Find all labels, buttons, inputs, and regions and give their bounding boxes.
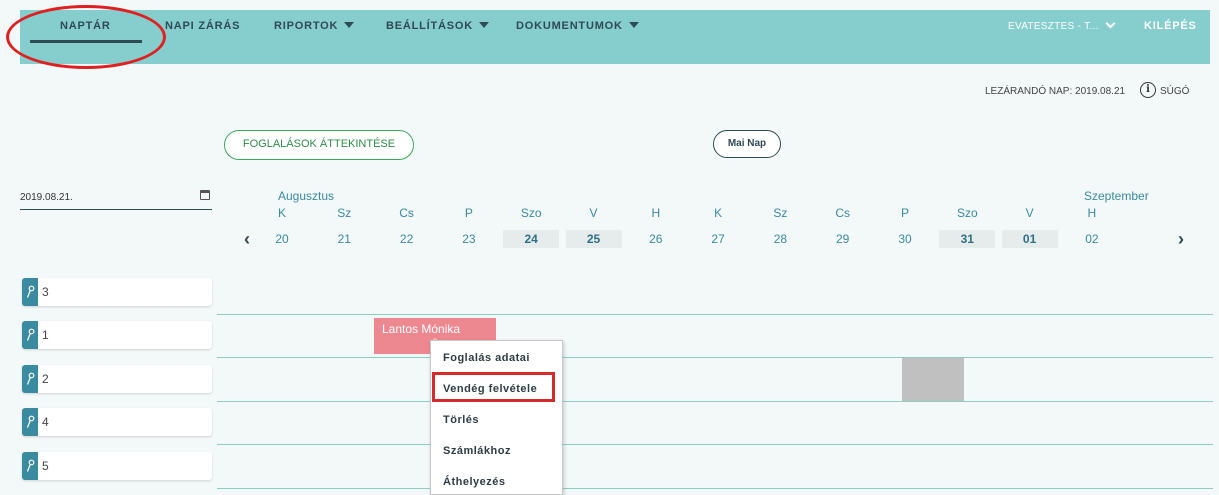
room-item[interactable]: 2 [22, 365, 212, 393]
calendar-day[interactable]: 20 [254, 230, 310, 248]
nav-item-label: RIPORTOK [274, 20, 339, 32]
room-number: 4 [42, 415, 49, 429]
booking-guest-name: Lantos Mónika [382, 322, 461, 336]
calendar-day[interactable]: 24 [503, 230, 560, 248]
calendar-day[interactable]: 30 [877, 230, 933, 248]
day-of-week-label: V [1025, 206, 1034, 220]
room-key-tag [22, 452, 38, 480]
info-icon[interactable]: i [1140, 82, 1156, 98]
caret-down-icon [344, 22, 355, 28]
nav-item-label: BEÁLLÍTÁSOK [386, 20, 474, 32]
row-divider [217, 357, 1213, 358]
day-of-week-label: Sz [337, 206, 352, 220]
room-key-tag [22, 408, 38, 436]
top-nav-bar: NAPTÁR NAPI ZÁRÁS RIPORTOK BEÁLLÍTÁSOK D… [20, 10, 1210, 64]
nav-item-label: DOKUMENTUMOK [516, 20, 623, 32]
calendar-day[interactable]: 28 [752, 230, 808, 248]
room-number: 2 [42, 372, 49, 386]
key-icon [26, 372, 35, 385]
room-item[interactable]: 3 [22, 278, 212, 306]
day-of-week-label: V [589, 206, 598, 220]
key-icon [26, 415, 35, 428]
room-number: 3 [42, 285, 49, 299]
row-divider [217, 401, 1213, 402]
menu-item-move[interactable]: Áthelyezés [443, 476, 505, 488]
day-of-week-label: P [464, 206, 473, 220]
room-key-tag [22, 321, 38, 349]
date-input[interactable]: 2019.08.21. [20, 188, 212, 210]
calendar-icon[interactable] [200, 190, 210, 200]
menu-item-add-guest[interactable]: Vendég felvétele [443, 383, 537, 395]
calendar-day[interactable]: 21 [316, 230, 372, 248]
row-divider [217, 488, 1213, 489]
day-of-week-label: Szo [956, 206, 978, 220]
day-of-week-label: Szo [520, 206, 542, 220]
nav-item-label: NAPTÁR [60, 20, 111, 32]
day-of-week-label: Cs [399, 206, 414, 220]
blocked-cell[interactable] [902, 358, 964, 401]
calendar-day[interactable]: 01 [1001, 230, 1058, 248]
calendar-day[interactable]: 22 [379, 230, 435, 248]
row-divider [217, 314, 1213, 315]
day-of-week-label: H [651, 206, 661, 220]
calendar-day[interactable]: 02 [1064, 230, 1120, 248]
room-key-tag [22, 278, 38, 306]
room-item[interactable]: 4 [22, 408, 212, 436]
today-button[interactable]: Mai Nap [713, 130, 781, 158]
calendar-day[interactable]: 26 [628, 230, 684, 248]
calendar-day[interactable]: 27 [690, 230, 746, 248]
day-of-week-label: Cs [835, 206, 851, 220]
day-of-week-label: H [1087, 206, 1097, 220]
room-key-tag [22, 365, 38, 393]
key-icon [26, 328, 35, 341]
calendar-day[interactable]: 25 [565, 230, 622, 248]
prev-arrow-icon[interactable]: ‹ [244, 230, 250, 248]
context-menu: Foglalás adatai Vendég felvétele Törlés … [430, 340, 563, 495]
day-of-week-label: K [277, 206, 286, 220]
room-number: 5 [42, 459, 49, 473]
menu-item-delete[interactable]: Törlés [443, 414, 479, 426]
nav-item-dokumentumok[interactable]: DOKUMENTUMOK [516, 20, 639, 32]
next-arrow-icon[interactable]: › [1178, 230, 1184, 248]
key-icon [26, 285, 35, 298]
nav-item-riportok[interactable]: RIPORTOK [274, 20, 355, 32]
month-label-august: Augusztus [278, 189, 335, 203]
active-tab-underline [30, 40, 142, 43]
day-of-week-label: Sz [773, 206, 788, 220]
nav-item-naptar[interactable]: NAPTÁR [60, 20, 111, 32]
nav-item-beallitasok[interactable]: BEÁLLÍTÁSOK [386, 20, 490, 32]
key-icon [26, 459, 35, 472]
nav-item-napi-zaras[interactable]: NAPI ZÁRÁS [165, 20, 240, 32]
month-label-september: Szeptember [1084, 189, 1149, 203]
logout-button[interactable]: KILÉPÉS [1144, 20, 1197, 32]
calendar-day[interactable]: 23 [441, 230, 497, 248]
day-of-week-label: K [714, 206, 723, 220]
menu-item-invoices[interactable]: Számlákhoz [443, 445, 511, 457]
calendar-day[interactable]: 29 [815, 230, 871, 248]
caret-down-icon [479, 22, 490, 28]
closing-day-label: LEZÁRANDÓ NAP: 2019.08.21 [985, 86, 1126, 97]
calendar-day[interactable]: 31 [939, 230, 996, 248]
room-number: 1 [42, 328, 49, 342]
chevron-down-icon [1105, 18, 1116, 29]
caret-down-icon [628, 22, 639, 28]
help-link[interactable]: SÚGÓ [1160, 86, 1189, 97]
bookings-overview-button[interactable]: FOGLALÁSOK ÁTTEKINTÉSE [224, 130, 414, 160]
room-item[interactable]: 5 [22, 452, 212, 480]
user-menu[interactable]: EVATESZTES - T... [1008, 18, 1116, 32]
day-of-week-label: P [900, 206, 909, 220]
user-name: EVATESZTES - T... [1008, 21, 1099, 32]
nav-item-label: NAPI ZÁRÁS [165, 20, 241, 32]
row-divider [217, 444, 1213, 445]
room-item[interactable]: 1 [22, 321, 212, 349]
menu-item-booking-details[interactable]: Foglalás adatai [443, 352, 530, 364]
